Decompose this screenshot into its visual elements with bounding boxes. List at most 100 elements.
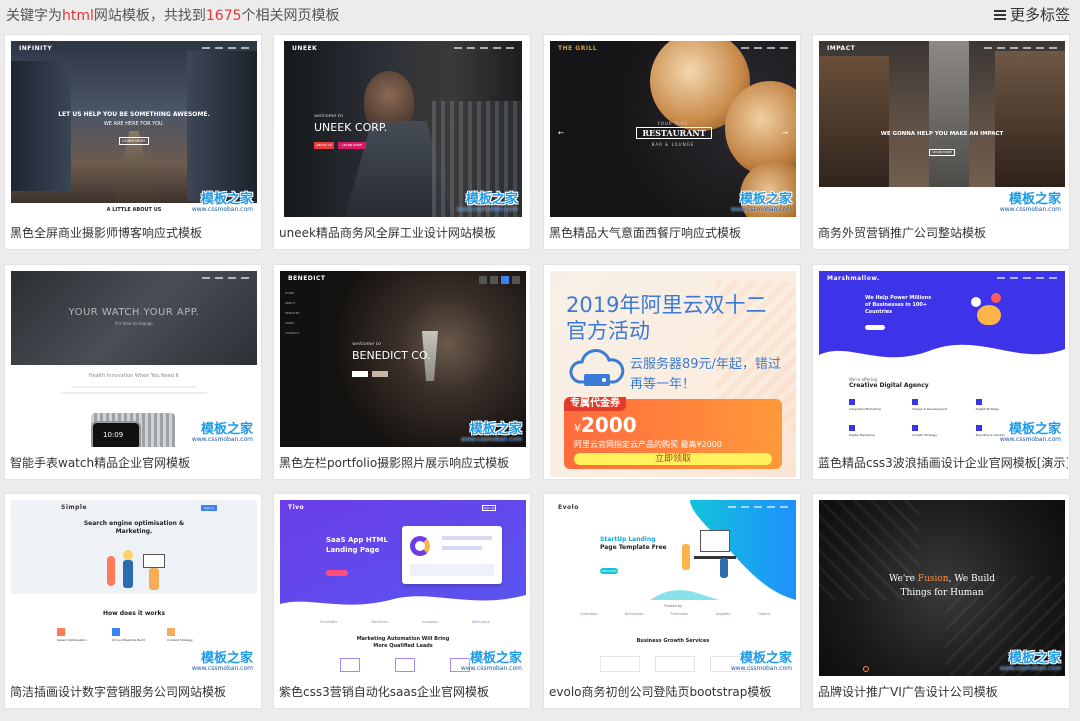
preview-headline: Search engine optimisation & [83, 520, 185, 527]
template-title[interactable]: 蓝色精品css3波浪插画设计企业官网模板[演示] [818, 454, 1068, 471]
watermark-url: www.cssmoban.com [191, 206, 253, 213]
template-card[interactable]: IMPACT WE GONNA HELP YOU MAKE AN IMPACT … [812, 34, 1070, 250]
preview-brand: Tivo [288, 504, 305, 511]
sidebar-item: WORK [285, 321, 295, 325]
watermark: 模板之家 www.cssmoban.com [192, 652, 253, 672]
watermark: 模板之家 www.cssmoban.com [1000, 423, 1061, 443]
template-card[interactable]: Marshmallow. We Help Power Millions of B… [812, 264, 1070, 480]
template-card[interactable]: YOUR WATCH YOUR APP. It's time to change… [4, 264, 262, 480]
ad-banner[interactable]: 2019年阿里云双十二 官方活动 云服务器89元/年起，错过 再等一年！ 专属代… [550, 271, 796, 477]
watermark-title: 模板之家 [465, 192, 518, 207]
template-preview[interactable]: Simple Sign In Search engine optimisatio… [11, 500, 257, 676]
list-icon [993, 9, 1006, 20]
watermark: 模板之家 www.cssmoban.com [1000, 652, 1061, 672]
slider-next-icon: → [782, 129, 788, 137]
template-title[interactable]: uneek精品商务风全屏工业设计网站模板 [279, 224, 529, 241]
preview-button: LEARN MORE [119, 137, 149, 145]
client-logo: Netmarker [624, 612, 644, 616]
template-card[interactable]: Simple Sign In Search engine optimisatio… [4, 493, 262, 709]
template-title[interactable]: 品牌设计推广VI广告设计公司模板 [818, 683, 1068, 700]
result-keyword: html [62, 8, 94, 24]
template-title[interactable]: 黑色全屏商业摄影师博客响应式模板 [10, 224, 260, 241]
hero-illustration [103, 550, 173, 594]
template-title[interactable]: 简洁插画设计数字营销服务公司网站模板 [10, 683, 260, 700]
template-title[interactable]: 商务外贸营销推广公司整站模板 [818, 224, 1068, 241]
watermark-url: www.cssmoban.com [999, 436, 1061, 443]
template-preview[interactable]: BENEDICT HOME ABOUT SERVICES WORK CONTAC… [280, 271, 526, 447]
preview-brand: BENEDICT [288, 275, 326, 282]
client-logo: Optimt [757, 612, 770, 616]
preview-headline: Countries [865, 309, 893, 315]
template-title[interactable]: 紫色css3营销自动化saas企业官网模板 [279, 683, 529, 700]
template-title[interactable]: 智能手表watch精品企业官网模板 [10, 454, 260, 471]
preview-button: Sign In [201, 505, 217, 511]
dashboard-mockup [402, 526, 502, 584]
service-cards [600, 656, 750, 672]
watermark: 模板之家 www.cssmoban.com [731, 193, 792, 213]
preview-headline: of Businesses in 100+ [865, 302, 928, 308]
template-preview[interactable]: UNEEK welcome to UNEEK CORP. ABOUT US LE… [284, 41, 522, 217]
client-logo: Workplace [471, 620, 490, 624]
result-count: 1675 [205, 8, 242, 24]
template-title[interactable]: evolo商务初创公司登陆页bootstrap模板 [549, 683, 799, 700]
preview-button: ABOUT US [314, 142, 334, 149]
template-card[interactable]: INFINITY LET US HELP YOU BE SOMETHING AW… [4, 34, 262, 250]
preview-button: DISCOVER [600, 568, 618, 574]
client-logo: GrowApp [421, 620, 438, 624]
preview-brand: THE GRILL [558, 45, 598, 52]
section-title: Marketing Automation Will Bring [356, 636, 450, 642]
preview-button: LEARN MORE [929, 149, 955, 156]
result-prefix: 关键字为 [6, 8, 62, 24]
watermark-title: 模板之家 [1008, 192, 1061, 207]
watermark: 模板之家 www.cssmoban.com [461, 423, 522, 443]
coupon-badge: 专属代金券 [564, 397, 626, 411]
step-label: Content Strategy [167, 638, 193, 642]
feature-label: Design & Development [912, 407, 948, 411]
template-card[interactable]: BENEDICT HOME ABOUT SERVICES WORK CONTAC… [273, 264, 531, 480]
template-title[interactable]: 黑色左栏portfolio摄影照片展示响应式模板 [279, 454, 529, 471]
step-label: Speed Optimisation [57, 638, 87, 642]
social-icons [479, 276, 520, 284]
preview-headline: RESTAURANT [636, 127, 712, 139]
preview-headline: StartUp Landing [600, 536, 656, 543]
template-card[interactable]: We're Fusion, We Build Things for Human … [812, 493, 1070, 709]
preview-section-title: Health Innovation When You Need It [88, 373, 180, 379]
template-card[interactable]: Evolo StartUp Landing Page Template Free… [543, 493, 801, 709]
template-preview[interactable]: YOUR WATCH YOUR APP. It's time to change… [11, 271, 257, 447]
slider-prev-icon: ← [558, 129, 564, 137]
template-card[interactable]: Tivo Sign Up SaaS App HTML Landing Page … [273, 493, 531, 709]
template-preview[interactable]: Evolo StartUp Landing Page Template Free… [550, 500, 796, 676]
section-title: Creative Digital Agency [849, 382, 929, 389]
coupon[interactable]: 专属代金券 ¥2000 阿里云官网指定云产品的购买 最高¥2000 立即领取 [564, 397, 782, 469]
preview-brand: Marshmallow. [827, 275, 880, 282]
watermark-title: 模板之家 [469, 651, 522, 666]
more-tags-link[interactable]: 更多标签 [993, 4, 1070, 25]
watermark-url: www.cssmoban.com [460, 665, 522, 672]
feature-label: Digital Strategy [975, 407, 1000, 411]
scroll-indicator-icon [863, 666, 869, 672]
template-title[interactable]: 黑色精品大气意面西餐厅响应式模板 [549, 224, 799, 241]
ad-card[interactable]: 2019年阿里云双十二 官方活动 云服务器89元/年起，错过 再等一年！ 专属代… [543, 264, 801, 480]
preview-nav [454, 47, 514, 49]
template-preview[interactable]: Tivo Sign Up SaaS App HTML Landing Page … [280, 500, 526, 676]
preview-headline: Things for Human [900, 588, 984, 598]
template-card[interactable]: UNEEK welcome to UNEEK CORP. ABOUT US LE… [273, 34, 531, 250]
result-mid: 网站模板，共找到 [93, 8, 206, 24]
logo-strip: GreenApp Netmarker Promotion ArgoDev Opt… [580, 612, 770, 616]
template-card[interactable]: THE GRILL YOUR TIME RESTAURANT BAR & LOU… [543, 34, 801, 250]
ad-promo: 云服务器89元/年起，错过 [630, 357, 781, 372]
watermark-title: 模板之家 [1008, 651, 1061, 666]
template-preview[interactable]: Marshmallow. We Help Power Millions of B… [819, 271, 1065, 447]
preview-nav [997, 277, 1057, 279]
template-preview[interactable]: We're Fusion, We Build Things for Human … [819, 500, 1065, 676]
template-preview[interactable]: INFINITY LET US HELP YOU BE SOMETHING AW… [11, 41, 257, 217]
claim-button[interactable]: 立即领取 [574, 453, 772, 465]
preview-brand: Simple [61, 504, 88, 511]
template-preview[interactable]: IMPACT WE GONNA HELP YOU MAKE AN IMPACT … [819, 41, 1065, 217]
template-preview[interactable]: THE GRILL YOUR TIME RESTAURANT BAR & LOU… [550, 41, 796, 217]
coupon-amount: ¥2000 [574, 413, 637, 437]
preview-subtitle: WE ARE HERE FOR YOU. [103, 121, 165, 127]
preview-headline: Landing Page [326, 546, 380, 554]
watermark-url: www.cssmoban.com [999, 665, 1061, 672]
preview-button [326, 570, 348, 576]
